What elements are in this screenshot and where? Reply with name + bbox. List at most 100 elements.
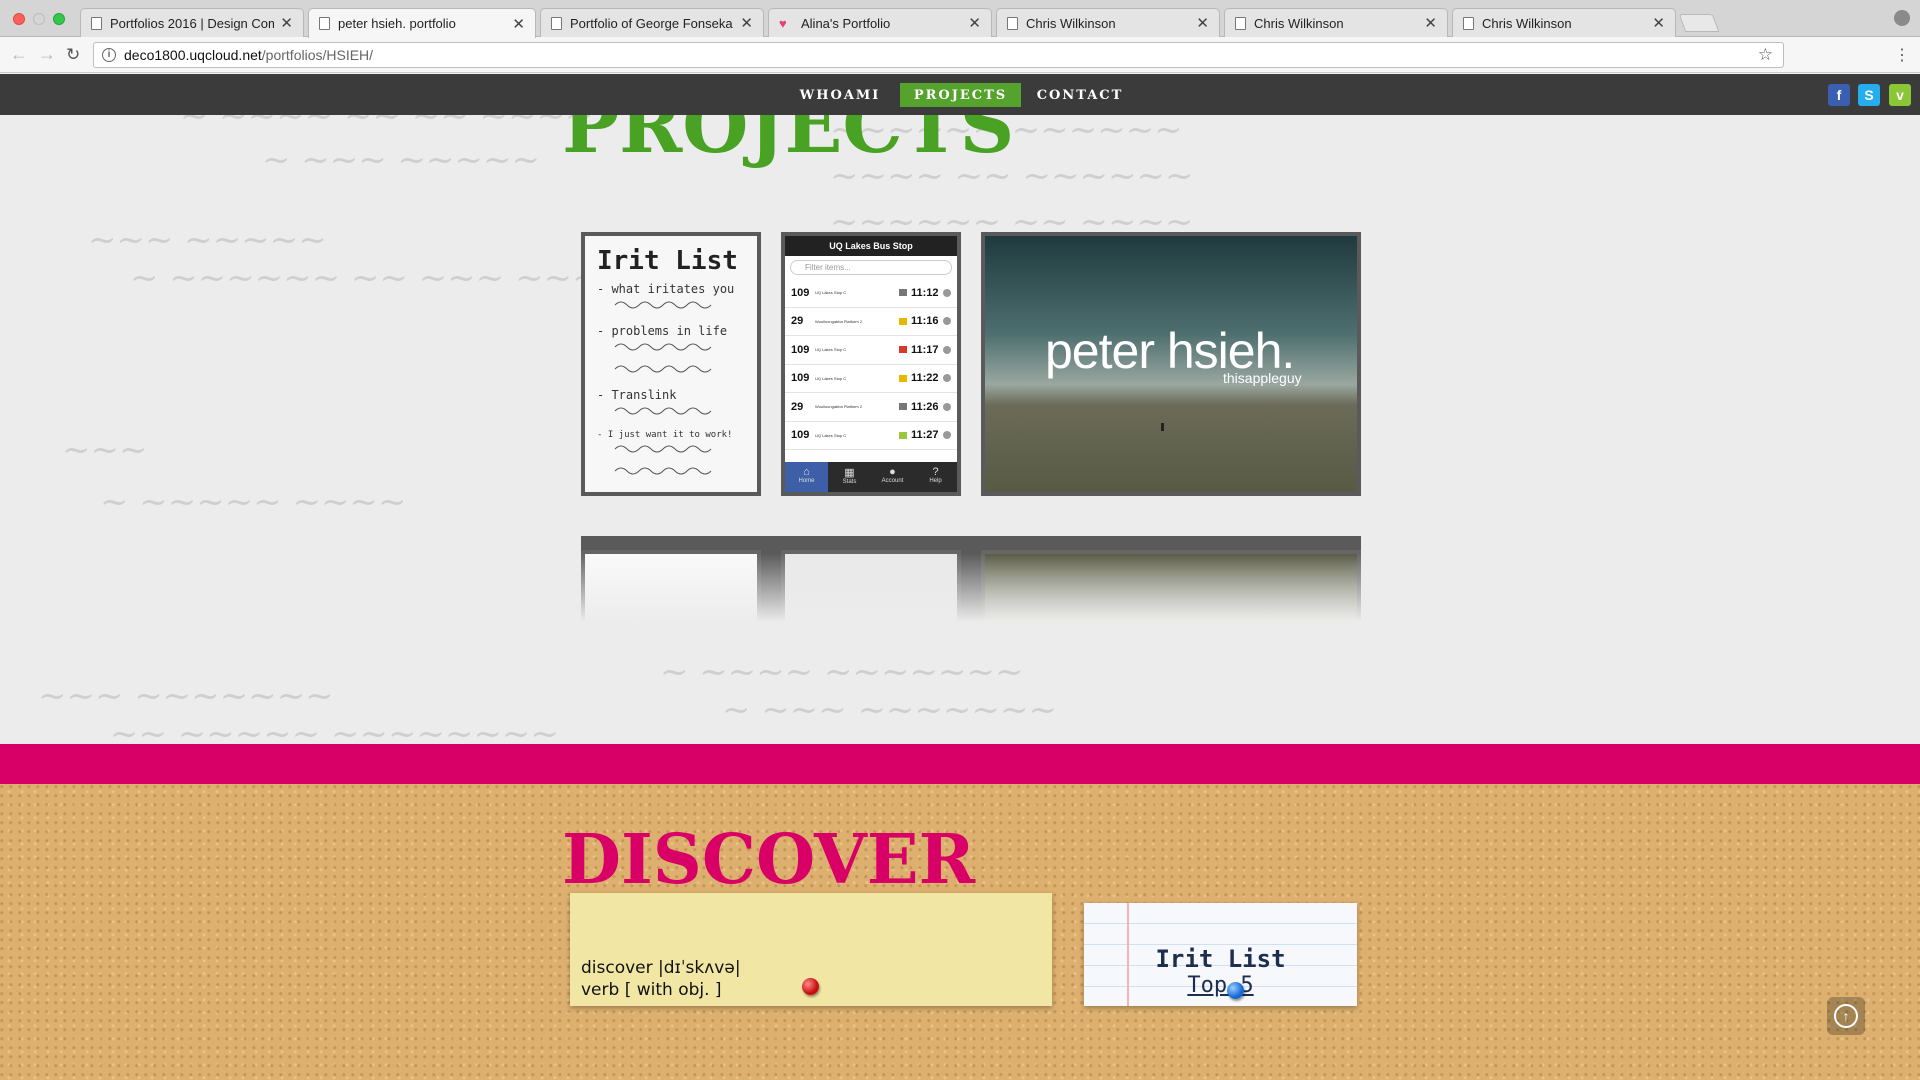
window-zoom-button[interactable]: [53, 13, 65, 25]
bus-status-icon: [899, 403, 907, 411]
hero-subtitle: thisappleguy: [1223, 370, 1302, 386]
bus-tab-label: Account: [881, 478, 904, 484]
help-icon: ?: [932, 466, 939, 478]
project-tile-irit-list[interactable]: Irit List - what iritates you - problems…: [581, 232, 761, 496]
tab-close-icon[interactable]: ✕: [280, 14, 293, 32]
background-scribble: ~ ~~~~ ~~~~~~~: [660, 652, 1024, 692]
browser-tab-active[interactable]: peter hsieh. portfolio ✕: [308, 8, 536, 38]
browser-tab[interactable]: Chris Wilkinson ✕: [1452, 8, 1676, 37]
bus-tab-account: ● Account: [871, 462, 914, 492]
browser-tab[interactable]: Chris Wilkinson ✕: [1224, 8, 1448, 37]
nav-link-contact[interactable]: CONTACT: [1030, 83, 1130, 107]
page-icon: [1235, 16, 1246, 30]
bus-time: 11:12: [911, 286, 939, 299]
page-icon: [551, 16, 562, 30]
profile-icon[interactable]: [1894, 10, 1910, 26]
bus-app-tabbar: ⌂ Home ▦ Stats ● Account ? Help: [785, 462, 957, 492]
heart-icon: ♥: [779, 15, 787, 31]
nav-link-projects[interactable]: PROJECTS: [900, 83, 1021, 107]
bus-tab-label: Home: [798, 478, 815, 484]
chevron-icon: [943, 402, 951, 411]
vimeo-icon[interactable]: v: [1889, 84, 1911, 106]
bus-route: 109: [791, 372, 810, 385]
browser-tab[interactable]: Portfolios 2016 | Design Comp ✕: [80, 8, 304, 37]
browser-tab-bar: Portfolios 2016 | Design Comp ✕ peter hs…: [0, 0, 1920, 38]
home-icon: ⌂: [803, 466, 810, 478]
bus-row: 29 Woolloongabba Platform 2 11:26: [785, 393, 957, 422]
bus-tab-label: Help: [929, 478, 942, 484]
tab-close-icon[interactable]: ✕: [740, 14, 753, 32]
background-scribble: ~ ~~~ ~~~~~~~: [722, 690, 1057, 730]
scribble-line: [614, 365, 712, 373]
stats-icon: ▦: [844, 467, 855, 479]
hero-figure: [1161, 423, 1164, 431]
tab-close-icon[interactable]: ✕: [968, 14, 981, 32]
bus-tab-stats: ▦ Stats: [828, 462, 871, 492]
tab-title: Chris Wilkinson: [1026, 15, 1116, 31]
scribble-line: [614, 407, 712, 415]
section-divider-band: [0, 744, 1920, 784]
definition-line: verb [ with obj. ]: [581, 980, 722, 1000]
project-tile-bus-stop[interactable]: UQ Lakes Bus Stop Filter items... 109 UQ …: [781, 232, 961, 496]
info-icon[interactable]: i: [102, 48, 116, 62]
irit-list-card[interactable]: Irit List Top 5: [1084, 903, 1357, 1006]
back-to-top-button[interactable]: ↑: [1827, 997, 1865, 1035]
bus-stop-name: UQ Lakes Stop C: [815, 432, 847, 438]
tab-close-icon[interactable]: ✕: [512, 15, 525, 33]
facebook-icon[interactable]: f: [1828, 84, 1850, 106]
scribble-line: [614, 445, 712, 453]
tab-close-icon[interactable]: ✕: [1424, 14, 1437, 32]
scribble-line: [614, 343, 712, 351]
background-scribble: ~~ ~~~~~ ~~~~~~~~: [110, 714, 559, 744]
reload-icon[interactable]: ↻: [66, 45, 80, 65]
scribble-line: [614, 301, 712, 309]
forward-arrow-icon[interactable]: →: [38, 44, 56, 65]
project-tile-portfolio-hero[interactable]: peter hsieh. thisappleguy: [981, 232, 1361, 496]
bus-row: 109 UQ Lakes Stop C 11:22: [785, 365, 957, 393]
irit-list-line: - problems in life: [597, 324, 728, 338]
chevron-icon: [943, 345, 951, 354]
tab-title: Alina's Portfolio: [801, 15, 891, 31]
window-close-button[interactable]: [13, 13, 25, 25]
chevron-icon: [943, 374, 951, 383]
account-icon: ●: [889, 466, 896, 478]
card-subtitle-link[interactable]: Top 5: [1187, 973, 1253, 998]
discover-heading: DISCOVER: [562, 820, 976, 900]
background-scribble: ~~~ ~~~~~~~: [38, 676, 334, 716]
nav-link-whoami[interactable]: WHOAMI: [790, 83, 890, 107]
bus-route: 109: [791, 343, 810, 356]
chevron-icon: [943, 317, 951, 326]
irit-list-line: - I just want it to work!: [597, 430, 733, 440]
bus-row: 109 UQ Lakes Stop C 11:27: [785, 422, 957, 450]
browser-tab[interactable]: Portfolio of George Fonseka ✕: [540, 8, 764, 37]
tab-close-icon[interactable]: ✕: [1652, 14, 1665, 32]
browser-menu-icon[interactable]: ⋮: [1894, 45, 1910, 65]
red-pushpin-icon: [802, 978, 819, 995]
bus-status-icon: [899, 317, 907, 325]
skype-icon[interactable]: S: [1858, 84, 1880, 106]
bus-app-header: UQ Lakes Bus Stop: [785, 236, 957, 256]
tab-title: Chris Wilkinson: [1482, 15, 1572, 31]
bus-stop-name: UQ Lakes Stop C: [815, 347, 847, 353]
irit-list-title: Irit List: [597, 246, 738, 276]
page-icon: [1007, 16, 1018, 30]
bus-time: 11:17: [911, 343, 939, 356]
tab-close-icon[interactable]: ✕: [1196, 14, 1209, 32]
tab-title: Chris Wilkinson: [1254, 15, 1344, 31]
browser-tab[interactable]: ♥ Alina's Portfolio ✕: [768, 8, 992, 37]
bus-time: 11:22: [911, 372, 939, 385]
back-arrow-icon[interactable]: ←: [10, 44, 28, 65]
window-minimize-button[interactable]: [33, 13, 45, 25]
bus-time: 11:26: [911, 400, 939, 413]
bookmark-star-icon[interactable]: ☆: [1758, 45, 1773, 65]
bus-tab-help: ? Help: [914, 462, 957, 492]
bus-row: 109 UQ Lakes Stop C 11:12: [785, 279, 957, 308]
address-bar[interactable]: i deco1800.uqcloud.net/portfolios/HSIEH/…: [93, 42, 1784, 68]
card-subtitle: Top 5: [1084, 973, 1357, 998]
scribble-line: [614, 467, 712, 475]
new-tab-button[interactable]: [1678, 14, 1720, 32]
background-scribble: ~~~: [62, 430, 148, 470]
browser-tab[interactable]: Chris Wilkinson ✕: [996, 8, 1220, 37]
bus-route: 29: [791, 400, 804, 413]
bus-status-icon: [899, 346, 907, 354]
